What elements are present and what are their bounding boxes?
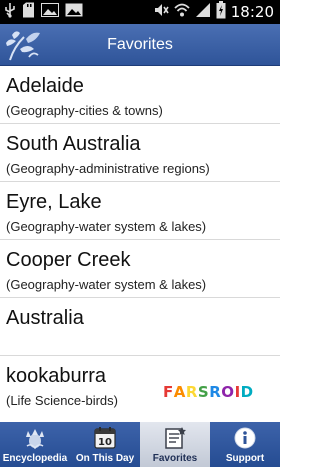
info-icon — [233, 426, 257, 455]
farsroid-watermark: FARSROID — [163, 383, 254, 401]
list-item[interactable]: South Australia (Geography-administrativ… — [0, 124, 280, 182]
tab-support[interactable]: Support — [210, 422, 280, 467]
calendar-day: 10 — [98, 437, 112, 448]
watermark-letter: D — [240, 383, 254, 401]
favorites-list-icon — [163, 426, 187, 455]
battery-charging-icon — [216, 0, 226, 24]
list-item-title: kookaburra — [6, 365, 107, 387]
tab-encyclopedia[interactable]: Encyclopedia — [0, 422, 70, 467]
tab-on-this-day[interactable]: 10 On This Day — [70, 422, 140, 467]
tab-favorites[interactable]: Favorites — [140, 422, 210, 467]
calendar-icon: 10 — [93, 426, 117, 455]
image-icon — [41, 2, 59, 22]
photo-icon — [65, 3, 83, 22]
wifi-icon — [174, 2, 190, 23]
list-item[interactable]: Eyre, Lake (Geography-water system & lak… — [0, 182, 280, 240]
usb-icon — [4, 2, 16, 23]
tab-bar: Encyclopedia 10 On This Day Favorites Su… — [0, 422, 280, 467]
watermark-letter: R — [185, 383, 198, 401]
status-time: 18:20 — [230, 3, 274, 21]
status-bar: 18:20 — [0, 0, 280, 24]
list-item-category: (Life Science-birds) — [6, 393, 118, 408]
page-title: Favorites — [107, 36, 173, 53]
app-bar: Favorites — [0, 24, 280, 66]
list-item-title: Cooper Creek — [6, 249, 131, 271]
favorites-list: Adelaide (Geography-cities & towns) Sout… — [0, 66, 280, 422]
list-item-title: Adelaide — [6, 75, 84, 97]
sd-card-icon — [22, 2, 35, 23]
list-item-category: (Geography-administrative regions) — [6, 161, 210, 176]
mute-icon — [153, 2, 169, 23]
list-item-category: (Geography-water system & lakes) — [6, 219, 207, 234]
list-item-title: South Australia — [6, 133, 141, 155]
watermark-letter: F — [163, 383, 174, 401]
thistle-icon — [21, 426, 49, 457]
watermark-letter: O — [221, 383, 235, 401]
list-item-category: (Geography-water system & lakes) — [6, 277, 207, 292]
list-item-category: (Geography-cities & towns) — [6, 103, 163, 118]
list-item[interactable]: Australia — [0, 298, 280, 356]
list-item[interactable]: Adelaide (Geography-cities & towns) — [0, 66, 280, 124]
list-item[interactable]: Cooper Creek (Geography-water system & l… — [0, 240, 280, 298]
watermark-letter: A — [173, 383, 186, 401]
list-item-title: Eyre, Lake — [6, 191, 102, 213]
list-item-title: Australia — [6, 307, 84, 329]
watermark-letter: S — [197, 383, 210, 401]
watermark-letter: R — [209, 383, 222, 401]
signal-icon — [195, 2, 211, 23]
